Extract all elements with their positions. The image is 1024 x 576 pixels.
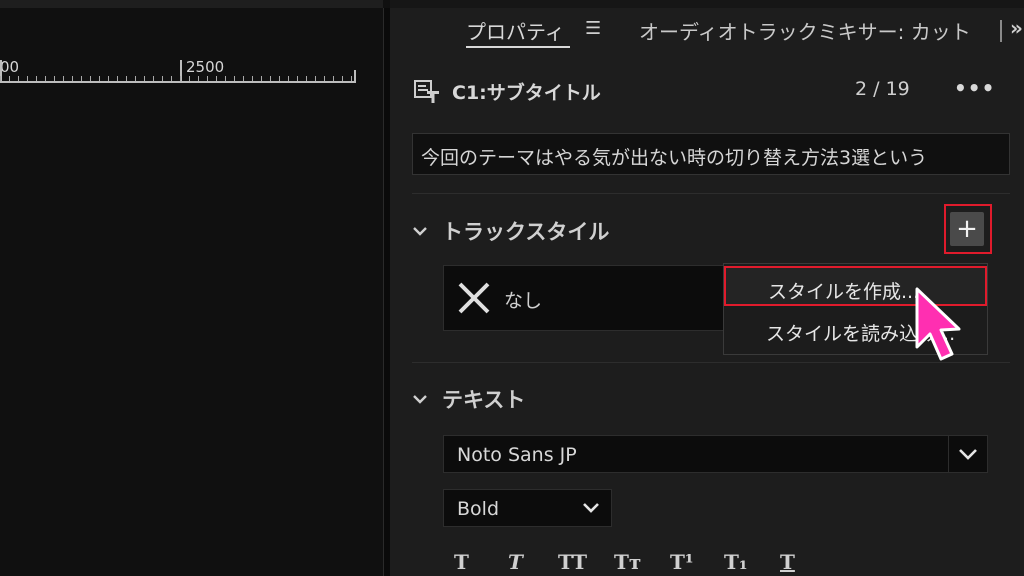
chevron-down-icon[interactable] (948, 436, 987, 472)
ruler-label: 2500 (186, 58, 225, 76)
chevron-down-icon[interactable] (412, 222, 428, 241)
caption-text-field[interactable]: 今回のテーマはやる気が出ない時の切り替え方法3選という (412, 133, 1010, 175)
clip-index: 2 / 19 (855, 78, 910, 100)
panel-tabbar: プロパティ ☰ オーディオトラックミキサー: カット » (390, 8, 1024, 58)
hamburger-icon[interactable]: ☰ (585, 18, 601, 39)
font-weight-value: Bold (457, 498, 499, 520)
bold-button[interactable]: T (454, 550, 469, 574)
underline-button[interactable]: T (780, 550, 795, 574)
caption-text: 今回のテーマはやる気が出ない時の切り替え方法3選という (421, 147, 928, 169)
tab-overflow-button[interactable]: » (1010, 16, 1023, 40)
panel-divider[interactable] (383, 8, 390, 576)
font-family-select[interactable]: Noto Sans JP (443, 435, 988, 473)
style-none-label: なし (504, 290, 543, 312)
properties-panel: プロパティ ☰ オーディオトラックミキサー: カット » C1:サブタイトル 2… (390, 0, 1024, 576)
close-icon (458, 282, 490, 314)
section-divider (412, 193, 1010, 194)
text-section-title[interactable]: テキスト (442, 384, 525, 414)
subscript-button[interactable]: T₁ (724, 550, 748, 574)
tab-properties[interactable]: プロパティ (466, 16, 565, 45)
font-family-value: Noto Sans JP (457, 444, 577, 466)
font-weight-select[interactable]: Bold (443, 489, 612, 527)
chevron-down-icon (583, 503, 599, 513)
track-style-title[interactable]: トラックスタイル (442, 216, 609, 246)
ruler-label: 00 (0, 58, 20, 76)
italic-button[interactable]: T (508, 550, 523, 574)
time-ruler[interactable]: 00 2500 (0, 56, 356, 86)
clip-name: C1:サブタイトル (452, 82, 601, 104)
more-options-icon[interactable]: ••• (954, 76, 995, 100)
chevron-down-icon[interactable] (412, 390, 428, 409)
tab-audio-track-mixer[interactable]: オーディオトラックミキサー: カット (639, 16, 971, 45)
all-caps-button[interactable]: TT (558, 550, 587, 574)
caption-clip-icon (414, 80, 439, 103)
section-divider (412, 362, 1010, 363)
tab-separator (1000, 20, 1002, 42)
panel-topbar (390, 0, 1024, 8)
menu-item-label: スタイルを作成... (768, 281, 920, 303)
active-tab-indicator (466, 46, 570, 48)
add-style-button[interactable]: + (950, 212, 984, 246)
timeline-topbar (0, 0, 383, 8)
format-toolbar: T T TT Tт T¹ T₁ T (450, 550, 810, 576)
ruler-baseline (0, 81, 356, 83)
superscript-button[interactable]: T¹ (670, 550, 694, 574)
small-caps-button[interactable]: Tт (614, 550, 641, 574)
timeline-panel: 00 2500 (0, 0, 383, 576)
pointer-cursor-icon (915, 287, 961, 361)
